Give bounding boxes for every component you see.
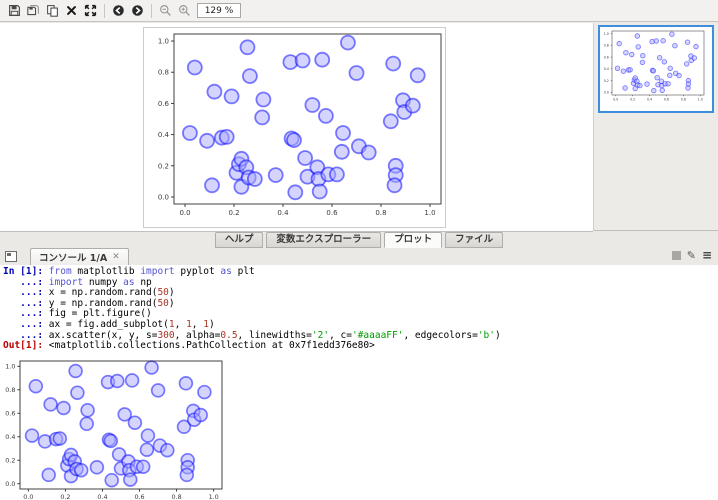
next-circle-icon <box>132 5 143 16</box>
svg-text:0.4: 0.4 <box>604 67 609 71</box>
svg-text:0.2: 0.2 <box>158 162 169 170</box>
scatter-plot-main: 0.0 0.2 0.4 0.6 0.8 1.0 0.0 0.2 0.4 0.6 0.8 1.0 <box>158 33 442 217</box>
zoom-in-icon <box>179 5 190 16</box>
console-code-lines: In [1]: from matplotlib import pyplot as… <box>0 265 718 352</box>
console-line: Out[1]: <matplotlib.collections.PathColl… <box>3 340 375 352</box>
svg-text:0.8: 0.8 <box>604 44 609 48</box>
toolbar-separator <box>151 3 152 18</box>
plots-toolbar <box>0 0 718 22</box>
save-plot-button[interactable] <box>5 2 24 20</box>
remove-plot-button[interactable] <box>62 2 81 20</box>
svg-text:0.2: 0.2 <box>630 97 635 101</box>
tab-variable-explorer[interactable]: 変数エクスプローラー <box>266 231 382 248</box>
plot-thumbnail-selected[interactable]: 0.0 0.2 0.4 0.6 0.8 1.0 0.0 0.2 0.4 0.6 0.8 1.0 <box>598 25 714 113</box>
svg-text:1.0: 1.0 <box>424 209 435 217</box>
svg-text:0.8: 0.8 <box>172 493 182 500</box>
tab-files[interactable]: ファイル <box>445 231 504 248</box>
svg-text:1.0: 1.0 <box>158 38 169 46</box>
previous-circle-icon <box>113 5 124 16</box>
svg-text:0.6: 0.6 <box>158 100 170 108</box>
next-plot-button[interactable] <box>128 2 147 20</box>
svg-text:0.2: 0.2 <box>604 79 609 83</box>
fit-arrows-icon <box>84 4 97 17</box>
console-pane[interactable]: In [1]: from matplotlib import pyplot as… <box>0 265 718 500</box>
fit-to-window-button[interactable] <box>81 2 100 20</box>
svg-text:0.0: 0.0 <box>158 194 169 202</box>
pane-tabbar: ヘルプ 変数エクスプローラー プロット ファイル <box>0 231 718 248</box>
svg-text:0.4: 0.4 <box>647 97 652 101</box>
save-icon <box>9 5 20 16</box>
previous-plot-button[interactable] <box>109 2 128 20</box>
zoom-out-icon <box>160 5 171 16</box>
svg-text:0.6: 0.6 <box>604 55 609 59</box>
tab-plots[interactable]: プロット <box>384 231 443 248</box>
console-tab-close-icon[interactable]: ✕ <box>112 252 120 262</box>
scatter-plot-inline: 0.0 0.2 0.4 0.6 0.8 1.0 0.0 0.2 0.4 0.6 0.8 1.0 <box>5 359 223 500</box>
spyder-window: 0.0 0.2 0.4 0.6 0.8 1.0 0.0 0.2 0.4 0.6 0.8 1.0 0.0… <box>0 0 718 500</box>
svg-text:0.0: 0.0 <box>613 97 618 101</box>
save-all-plots-button[interactable] <box>24 2 43 20</box>
zoom-in-button[interactable] <box>175 2 194 20</box>
plots-pane: 0.0 0.2 0.4 0.6 0.8 1.0 0.0 0.2 0.4 0.6 0.8 1.0 <box>0 23 593 232</box>
svg-text:0.6: 0.6 <box>134 493 144 500</box>
console-tab[interactable]: コンソール 1/A ✕ <box>30 248 129 265</box>
scatter-plot-thumbnail: 0.0 0.2 0.4 0.6 0.8 1.0 0.0 0.2 0.4 0.6 0.8 1.0 <box>604 30 705 101</box>
svg-text:0.2: 0.2 <box>228 209 239 217</box>
svg-text:0.0: 0.0 <box>604 91 609 95</box>
svg-text:0.8: 0.8 <box>158 69 169 77</box>
close-icon <box>67 6 76 15</box>
svg-text:0.6: 0.6 <box>326 209 338 217</box>
svg-text:0.4: 0.4 <box>277 209 289 217</box>
toolbar-separator <box>104 3 105 18</box>
zoom-level-input[interactable] <box>197 3 241 18</box>
svg-text:0.4: 0.4 <box>5 433 15 441</box>
svg-text:0.4: 0.4 <box>97 493 107 500</box>
svg-text:1.0: 1.0 <box>209 493 219 500</box>
console-tab-label: コンソール 1/A <box>39 253 108 264</box>
main-plot-figure[interactable]: 0.0 0.2 0.4 0.6 0.8 1.0 0.0 0.2 0.4 0.6 0.8 1.0 <box>143 27 446 228</box>
copy-icon <box>47 5 58 17</box>
save-all-icon <box>27 5 39 16</box>
zoom-out-button[interactable] <box>156 2 175 20</box>
thumbnail-strip: 0.0 0.2 0.4 0.6 0.8 1.0 0.0 0.2 0.4 0.6 0.8 1.0 <box>593 23 718 231</box>
svg-text:0.6: 0.6 <box>664 97 669 101</box>
svg-text:0.4: 0.4 <box>158 131 170 139</box>
svg-text:1.0: 1.0 <box>604 32 609 36</box>
svg-text:0.8: 0.8 <box>681 97 686 101</box>
svg-text:0.0: 0.0 <box>179 209 190 217</box>
svg-text:1.0: 1.0 <box>5 362 15 370</box>
svg-text:0.0: 0.0 <box>5 480 15 488</box>
console-tabbar: コンソール 1/A ✕ ✎ ≡ <box>0 248 718 265</box>
copy-image-button[interactable] <box>43 2 62 20</box>
options-menu-icon[interactable]: ≡ <box>702 249 712 261</box>
interrupt-kernel-icon[interactable] <box>671 251 681 260</box>
svg-text:0.2: 0.2 <box>60 493 70 500</box>
inline-plot-figure: 0.0 0.2 0.4 0.6 0.8 1.0 0.0 0.2 0.4 0.6 0.8 1.0 <box>3 355 243 500</box>
svg-text:0.8: 0.8 <box>375 209 386 217</box>
console-corner-widgets: ✎ ≡ <box>671 249 712 261</box>
svg-text:0.8: 0.8 <box>5 386 15 394</box>
svg-text:0.6: 0.6 <box>5 409 15 417</box>
svg-text:0.2: 0.2 <box>5 456 15 464</box>
browse-tabs-button[interactable] <box>5 251 17 262</box>
pencil-icon[interactable]: ✎ <box>687 250 696 261</box>
svg-text:0.0: 0.0 <box>23 493 33 500</box>
svg-text:1.0: 1.0 <box>698 97 703 101</box>
tab-help[interactable]: ヘルプ <box>214 231 264 248</box>
